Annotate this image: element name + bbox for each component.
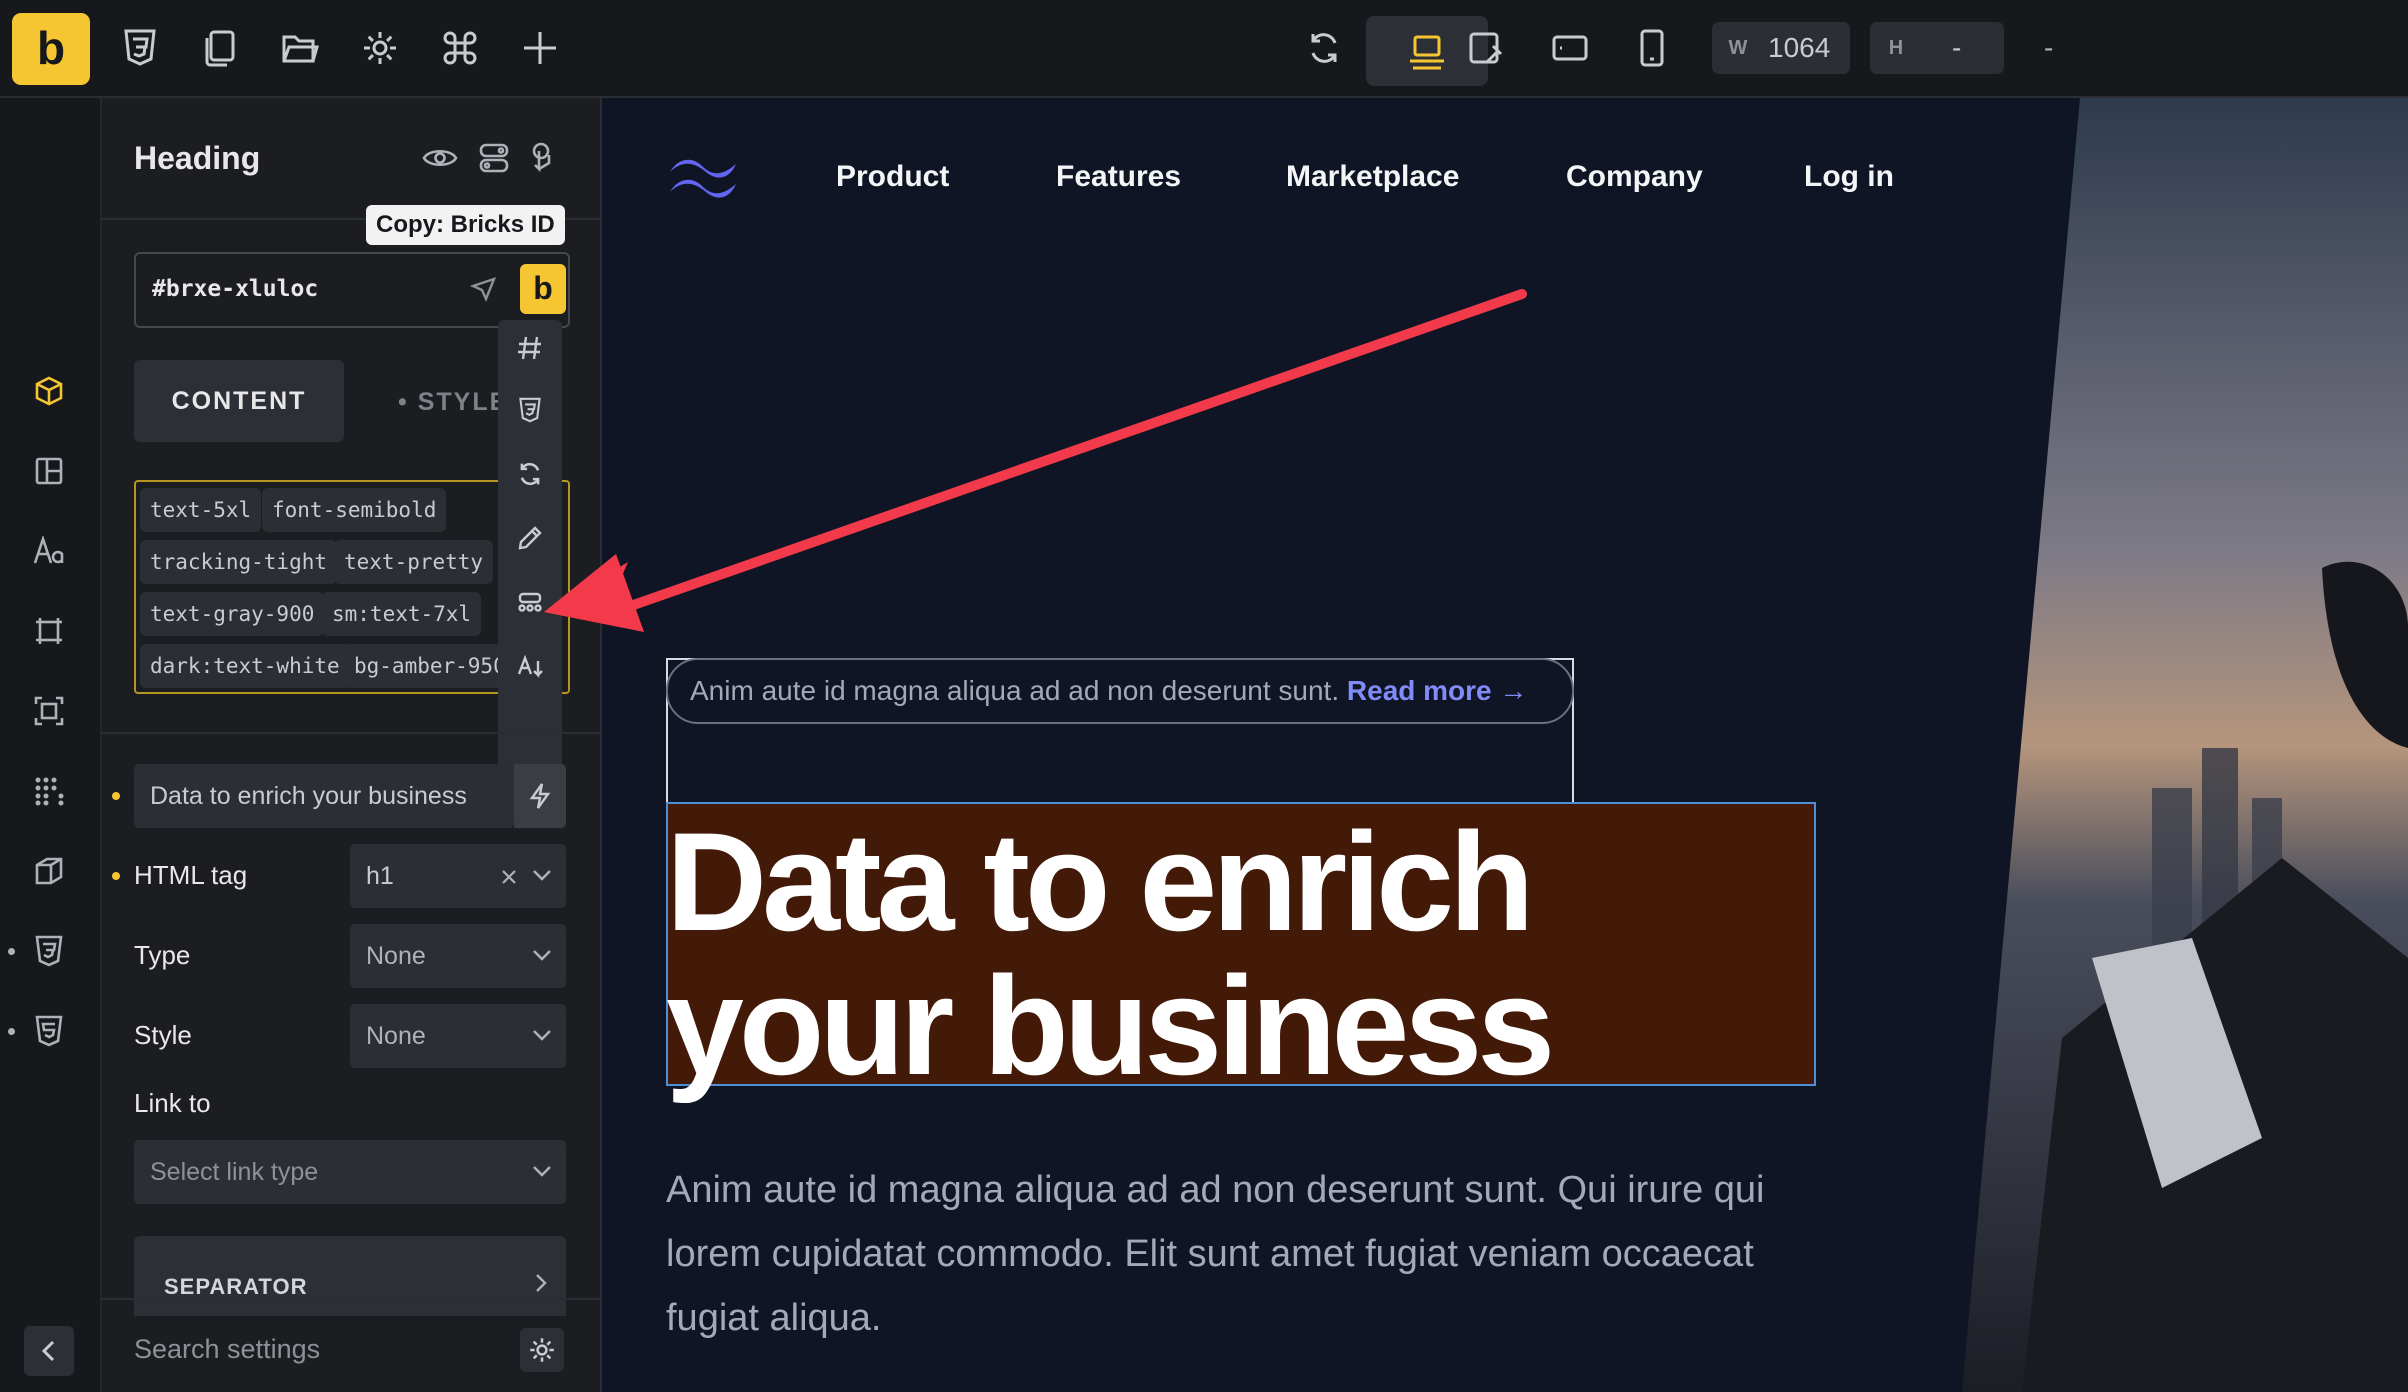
chevron-down-icon	[533, 1030, 551, 1041]
collapse-panel-button[interactable]	[24, 1326, 74, 1376]
refresh-icon[interactable]	[508, 452, 552, 496]
separator-label: SEPARATOR	[164, 1274, 308, 1299]
text-content-input[interactable]: Data to enrich your business	[134, 764, 514, 828]
folder-icon[interactable]	[270, 18, 330, 78]
class-chip[interactable]: text-5xl	[140, 488, 262, 532]
class-chip[interactable]: bg-amber-950	[344, 644, 516, 688]
element-id-field[interactable]: #brxe-xluloc b	[134, 252, 570, 328]
width-value: 1064	[1768, 32, 1831, 63]
box-3d-icon[interactable]	[26, 848, 72, 894]
separator-accordion[interactable]: SEPARATOR	[134, 1236, 566, 1316]
link-type-select[interactable]: Select link type	[134, 1140, 566, 1204]
html-tag-label: HTML tag	[134, 860, 248, 890]
pages-icon[interactable]	[190, 18, 250, 78]
height-value: -	[1952, 32, 1962, 63]
hash-icon[interactable]	[508, 326, 552, 370]
zoom-value[interactable]: -	[2044, 32, 2053, 64]
css3-icon[interactable]	[110, 18, 170, 78]
left-rail	[0, 98, 102, 1392]
interactions-icon[interactable]	[522, 138, 562, 178]
lightning-icon	[529, 783, 551, 809]
class-chip[interactable]: tracking-tight	[140, 540, 338, 584]
element-settings-panel: Heading #brxe-xluloc b Copy: Bricks ID C…	[102, 98, 602, 1392]
link-to-label: Link to	[134, 1088, 211, 1118]
link-type-placeholder: Select link type	[150, 1158, 319, 1186]
dynamic-data-button[interactable]	[514, 764, 566, 828]
elements-cube-icon[interactable]	[26, 368, 72, 414]
chevron-left-icon	[41, 1340, 55, 1362]
modified-dot	[112, 792, 120, 800]
text-content-value: Data to enrich your business	[150, 782, 467, 810]
top-toolbar: b W 1064 H - -	[0, 0, 2408, 98]
modified-dot	[112, 872, 120, 880]
class-chip[interactable]: dark:text-white	[140, 644, 350, 688]
panel-title: Heading	[134, 140, 261, 176]
class-chip[interactable]: text-pretty	[334, 540, 494, 584]
type-value: None	[366, 942, 426, 970]
height-input[interactable]: H -	[1870, 22, 2004, 74]
conditions-icon[interactable]	[474, 138, 514, 178]
panel-divider	[102, 732, 600, 734]
copy-id-tooltip: Copy: Bricks ID	[366, 205, 565, 245]
breakpoint-tablet-icon[interactable]	[1540, 18, 1600, 78]
chevron-right-icon	[536, 1274, 547, 1292]
type-label: Type	[134, 940, 191, 970]
html-tag-select[interactable]: h1	[350, 844, 566, 908]
typography-icon[interactable]	[26, 528, 72, 574]
clear-icon[interactable]	[500, 868, 518, 886]
width-label: W	[1728, 36, 1748, 59]
refresh-icon[interactable]	[1294, 18, 1354, 78]
class-chip[interactable]: sm:text-7xl	[322, 592, 482, 636]
css-active-dot	[8, 948, 15, 955]
style-select[interactable]: None	[350, 1004, 566, 1068]
breakpoint-mobile-icon[interactable]	[1622, 18, 1682, 78]
bricks-logo-button[interactable]: b	[12, 13, 90, 85]
class-chip[interactable]: text-gray-900	[140, 592, 325, 636]
sort-alpha-icon[interactable]	[508, 644, 552, 688]
style-value: None	[366, 1022, 426, 1050]
element-id-text: #brxe-xluloc	[152, 276, 319, 302]
chevron-down-icon	[533, 1166, 551, 1177]
panel-divider	[102, 1298, 600, 1300]
cursor-pointer-icon[interactable]	[470, 276, 496, 302]
chevron-down-icon	[533, 870, 551, 881]
search-settings-input[interactable]: Search settings	[134, 1334, 320, 1365]
class-chip[interactable]: font-semibold	[262, 488, 447, 532]
command-icon[interactable]	[430, 18, 490, 78]
add-icon[interactable]	[510, 18, 570, 78]
gear-icon	[530, 1338, 554, 1362]
settings-gear-button[interactable]	[520, 1328, 564, 1372]
gear-icon[interactable]	[350, 18, 410, 78]
layout-icon[interactable]	[26, 448, 72, 494]
container-icon[interactable]	[26, 688, 72, 734]
eye-icon[interactable]	[420, 138, 460, 178]
html5-icon[interactable]	[26, 1008, 72, 1054]
frame-icon[interactable]	[26, 608, 72, 654]
annotation-arrowhead	[544, 554, 644, 632]
css3-icon[interactable]	[26, 928, 72, 974]
css3-icon[interactable]	[508, 388, 552, 432]
tab-style[interactable]: • STYLE	[398, 388, 508, 417]
breakpoint-tablet-landscape-icon[interactable]	[1456, 18, 1516, 78]
grid-dots-icon[interactable]	[26, 768, 72, 814]
tab-content[interactable]: CONTENT	[134, 360, 344, 442]
builder-canvas[interactable]: Product Features Marketplace Company Log…	[602, 98, 2408, 1392]
width-input[interactable]: W 1064	[1712, 22, 1850, 74]
html-active-dot	[8, 1028, 15, 1035]
chevron-down-icon	[533, 950, 551, 961]
style-label: Style	[134, 1020, 192, 1050]
annotation-arrow	[602, 289, 1527, 622]
height-label: H	[1888, 36, 1904, 59]
type-select[interactable]: None	[350, 924, 566, 988]
html-tag-value: h1	[366, 862, 394, 890]
bricks-id-button[interactable]: b	[520, 264, 566, 314]
